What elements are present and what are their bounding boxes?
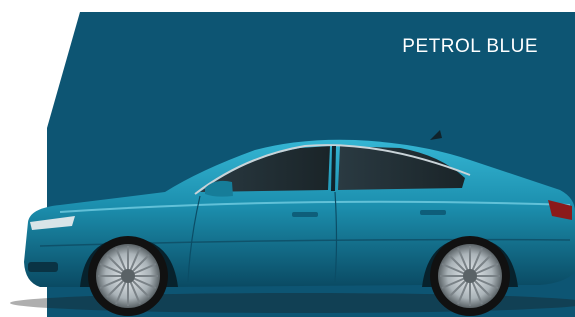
color-swatch-card: PETROL BLUE (0, 0, 575, 317)
color-name-label: PETROL BLUE (402, 36, 538, 57)
